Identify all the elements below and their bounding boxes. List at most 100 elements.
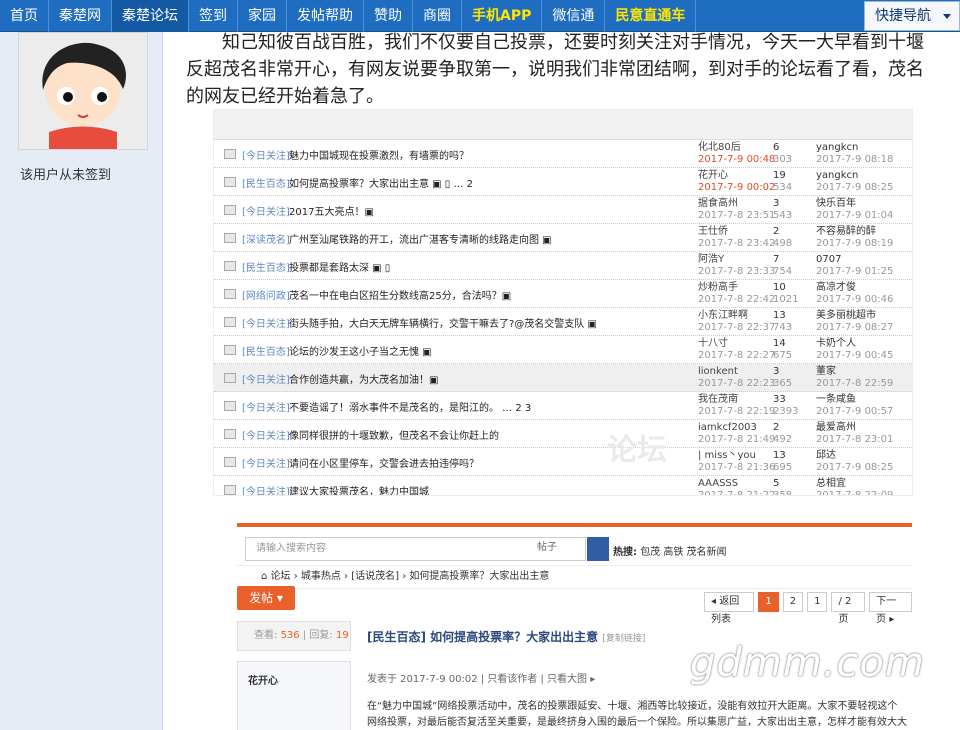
thread-category[interactable]: [网络问政] (242, 287, 290, 302)
view-count: 1021 (773, 294, 799, 305)
nav-business[interactable]: 商圈 (413, 0, 462, 32)
table-row[interactable]: [今日关注] 街头随手拍，大白天无牌车辆横行，交警干嘛去了?@茂名交警支队 ▣ 小东… (214, 308, 912, 336)
author-name[interactable]: iamkcf2003 (698, 422, 757, 433)
table-row[interactable]: [今日关注] 不要造谣了！溺水事件不是茂名的，是阳江的。 … 2 3 我在茂南 201… (214, 392, 912, 420)
thread-category[interactable]: [今日关注] (242, 399, 290, 414)
thread-title-link[interactable]: 请问在小区里停车，交警会进去拍违停吗？ (289, 455, 479, 470)
last-user[interactable]: 最爱高州 (816, 422, 856, 433)
thread-title-link[interactable]: 不要造谣了！溺水事件不是茂名的，是阳江的。 … 2 3 (289, 399, 531, 414)
table-row[interactable]: [深读茂名] 广州至汕尾铁路的开工，流出广湛客专清晰的线路走向图 ▣ 王仕侨 2017… (214, 224, 912, 252)
author-name[interactable]: 王仕侨 (698, 226, 728, 237)
thread-title-link[interactable]: 建议大家投票茂名，魅力中国城 (289, 483, 429, 495)
quick-nav-button[interactable]: 快捷导航 (864, 1, 960, 31)
author-name[interactable]: AAASSS (698, 478, 738, 489)
thread-title-link[interactable]: 广州至汕尾铁路的开工，流出广湛客专清晰的线路走向图 ▣ (289, 231, 552, 246)
thread-icon (224, 373, 236, 383)
thread-category[interactable]: [今日关注] (242, 483, 290, 495)
next-page-button[interactable]: 下一页 ▸ (869, 592, 912, 625)
post-date: 2017-7-8 22:19 (698, 406, 776, 417)
author-name[interactable]: 我在茂南 (698, 394, 738, 405)
table-row[interactable]: [民生百态] 如何提高投票率？大家出出主意 ▣ ▯ … 2 花开心 2017-7-9 … (214, 168, 912, 196)
last-user[interactable]: 总相宜 (816, 478, 846, 489)
thread-title-link[interactable]: 2017五大亮点！▣ (289, 203, 374, 218)
author-name[interactable]: 阿浩Y (698, 254, 724, 265)
breadcrumb[interactable]: ⌂ 论坛 › 城事热点 › [话说茂名] › 如何提高投票率？大家出出主意 (237, 565, 912, 589)
copy-link[interactable]: [复制链接] (602, 634, 645, 644)
table-row[interactable]: [今日关注] 合作创造共赢，为大茂名加油！▣ lionkent 2017-7-8 22… (214, 364, 912, 392)
author-name[interactable]: 十八寸 (698, 338, 728, 349)
last-user[interactable]: 董家 (816, 366, 836, 377)
nav-sponsor[interactable]: 赞助 (364, 0, 413, 32)
back-to-list-button[interactable]: ◂ 返回列表 (704, 592, 755, 625)
table-row[interactable]: [今日关注] 魅力中国城现在投票激烈，有墙票的吗？ 化北80后 2017-7-9 00… (214, 140, 912, 168)
thread-category[interactable]: [民生百态] (242, 259, 290, 274)
nav-public-opinion[interactable]: 民意直通车 (605, 0, 697, 32)
thread-category[interactable]: [今日关注] (242, 203, 290, 218)
nav-mobile-app[interactable]: 手机APP (462, 0, 543, 32)
thread-title-link[interactable]: 投票都是套路太深 ▣ ▯ (289, 259, 390, 274)
author-name[interactable]: 据食高州 (698, 198, 738, 209)
author-name[interactable]: 化北80后 (698, 142, 741, 153)
author-name[interactable]: 花开心 (248, 672, 278, 687)
author-name[interactable]: 炒粉高手 (698, 282, 738, 293)
table-row[interactable]: [民生百态] 投票都是套路太深 ▣ ▯ 阿浩Y 2017-7-8 23:33 7 754 0… (214, 252, 912, 280)
last-user[interactable]: 不容易醉的醉 (816, 226, 876, 237)
last-user[interactable]: 一条咸鱼 (816, 394, 856, 405)
table-row[interactable]: [今日关注] 像同样很拼的十堰致歉，但茂名不会让你赶上的 iamkcf2003 201… (214, 420, 912, 448)
last-user[interactable]: yangkcn (816, 142, 858, 153)
thread-title-link[interactable]: 像同样很拼的十堰致歉，但茂名不会让你赶上的 (289, 427, 499, 442)
search-icon[interactable] (587, 537, 609, 561)
last-user[interactable]: yangkcn (816, 170, 858, 181)
last-user[interactable]: 邱达 (816, 450, 836, 461)
last-user[interactable]: 0707 (816, 254, 841, 265)
nav-home[interactable]: 首页 (0, 0, 49, 32)
thread-title-link[interactable]: 魅力中国城现在投票激烈，有墙票的吗？ (289, 147, 469, 162)
nav-qinchu-net[interactable]: 秦楚网 (49, 0, 112, 32)
thread-category[interactable]: [今日关注] (242, 455, 290, 470)
page-2-button[interactable]: 2 (782, 592, 804, 612)
thread-category[interactable]: [今日关注] (242, 147, 290, 162)
last-user[interactable]: 卡奶个人 (816, 338, 856, 349)
author-name[interactable]: 小东江畔啊 (698, 310, 748, 321)
thread-category[interactable]: [今日关注] (242, 315, 290, 330)
thread-title-link[interactable]: 茂名一中在电白区招生分数线高25分，合法吗？▣ (289, 287, 511, 302)
nav-forum[interactable]: 秦楚论坛 (112, 0, 189, 32)
reply-count: 10 (773, 282, 786, 293)
table-row[interactable]: [今日关注] 建议大家投票茂名，魅力中国城 AAASSS 2017-7-8 21:22… (214, 476, 912, 495)
nav-signin[interactable]: 签到 (189, 0, 238, 32)
page-1-button[interactable]: 1 (758, 592, 779, 612)
thread-title-link[interactable]: 如何提高投票率？大家出出主意 ▣ ▯ … 2 (289, 175, 473, 190)
last-post: 美多丽桃超市 2017-7-9 08:27 (816, 310, 893, 334)
author-name[interactable]: lionkent (698, 366, 738, 377)
view-count: 743 (773, 322, 793, 333)
thread-category[interactable]: [深读茂名] (242, 231, 290, 246)
page-input[interactable]: 1 (807, 592, 828, 612)
last-user[interactable]: 快乐百年 (816, 198, 856, 209)
search-input[interactable]: 请输入搜索内容 (245, 537, 586, 561)
post-meta[interactable]: 发表于 2017-7-9 00:02 | 只看该作者 | 只看大图 ▸ (367, 670, 595, 685)
table-row[interactable]: [今日关注] 2017五大亮点！▣ 据食高州 2017-7-8 23:51 3 543 快乐… (214, 196, 912, 224)
search-type-select[interactable]: 帖子 (537, 537, 583, 561)
thread-category[interactable]: [今日关注] (242, 427, 290, 442)
thread-category[interactable]: [民生百态] (242, 343, 290, 358)
hot-terms[interactable]: 包茂 高铁 茂名新闻 (640, 547, 726, 558)
thread-title-link[interactable]: 街头随手拍，大白天无牌车辆横行，交警干嘛去了?@茂名交警支队 ▣ (289, 315, 597, 330)
author-name[interactable]: 花开心 (698, 170, 728, 181)
thread-title-link[interactable]: 合作创造共赢，为大茂名加油！▣ (289, 371, 438, 386)
nav-post-help[interactable]: 发帖帮助 (287, 0, 364, 32)
table-row[interactable]: [今日关注] 请问在小区里停车，交警会进去拍违停吗？ | miss丶you 2017-… (214, 448, 912, 476)
table-row[interactable]: [网络问政] 茂名一中在电白区招生分数线高25分，合法吗？▣ 炒粉高手 2017-7-… (214, 280, 912, 308)
thread-category[interactable]: [今日关注] (242, 371, 290, 386)
last-user[interactable]: 美多丽桃超市 (816, 310, 876, 321)
nav-home-space[interactable]: 家园 (238, 0, 287, 32)
avatar[interactable] (18, 32, 148, 150)
table-row[interactable]: [民生百态] 论坛的沙发王这小子当之无愧 ▣ 十八寸 2017-7-8 22:27 14… (214, 336, 912, 364)
thread-title-link[interactable]: 论坛的沙发王这小子当之无愧 ▣ (289, 343, 432, 358)
nav-wechat[interactable]: 微信通 (542, 0, 606, 32)
last-user[interactable]: 高凉才俊 (816, 282, 856, 293)
thread-category[interactable]: [民生百态] (242, 175, 290, 190)
author-name[interactable]: | miss丶you (698, 450, 756, 461)
new-post-button[interactable]: 发帖 ▾ (237, 586, 295, 610)
last-post: yangkcn 2017-7-9 08:18 (816, 142, 893, 166)
thread-author: iamkcf2003 2017-7-8 21:49 (698, 422, 775, 446)
